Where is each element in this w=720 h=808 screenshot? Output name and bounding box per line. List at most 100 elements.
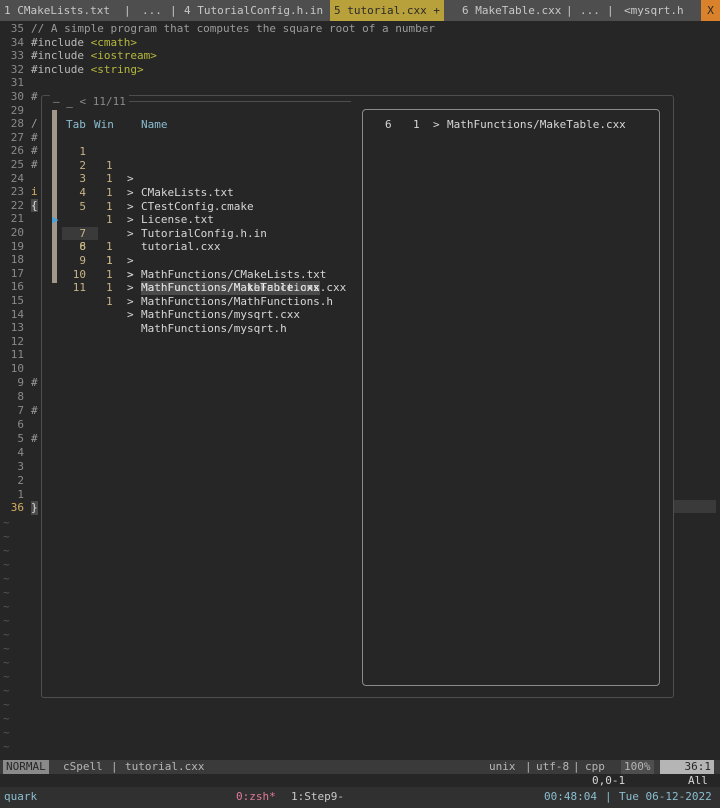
code-line: #include <cmath>: [31, 35, 137, 49]
line-number: 19: [10, 239, 24, 253]
buffer-row-selected[interactable]: ▶ 6 1 > MathFunctions/MakeTable.cxx: [52, 200, 358, 295]
line-number: 30: [10, 90, 24, 103]
line-number: 26: [10, 144, 24, 158]
tmux-window[interactable]: 1:Step9-: [291, 790, 344, 804]
tab-overflow-right[interactable]: ...: [576, 0, 604, 21]
spell-indicator: cSpell: [63, 760, 103, 773]
line-number: 14: [10, 307, 24, 321]
empty-line-marker: ~: [3, 572, 10, 585]
code-line: #: [31, 90, 38, 103]
code-line: }: [31, 501, 38, 515]
popup-counter: < 11/11: [79, 95, 126, 108]
tab-separator: |: [566, 4, 573, 17]
tab-tutorial-cxx[interactable]: 5 tutorial.cxx +: [330, 0, 444, 21]
code-line: // A simple program that computes the sq…: [31, 22, 435, 35]
empty-line-marker: ~: [3, 656, 10, 669]
empty-line-marker: ~: [3, 628, 10, 641]
line-number: 3: [17, 460, 24, 473]
code-line: #include <string>: [31, 62, 144, 76]
line-number: 15: [10, 294, 24, 307]
line-number: 16: [10, 280, 24, 294]
line-number: 9: [17, 376, 24, 389]
ruler: 0,0-1: [592, 774, 626, 787]
preview-pane: 6 1 > MathFunctions/MakeTable.cxx: [362, 109, 660, 686]
code-line: #: [31, 158, 38, 171]
fileformat: unix: [489, 760, 516, 773]
tmux-statusbar: quark 0:zsh* 1:Step9- 00:48:04 | Tue 06-…: [0, 787, 720, 808]
line-number: 5: [17, 432, 24, 445]
tab-separator: |: [607, 4, 614, 17]
row-tab-number: 11: [72, 281, 86, 295]
code-line: /: [31, 117, 38, 131]
preview-tab-number: 6: [385, 118, 392, 131]
buffer-list-popup[interactable]: – _ < 11/11 Tab Win Name 1 1 > CMakeList…: [41, 95, 674, 698]
line-number: 31: [10, 76, 24, 90]
line-number: 33: [10, 49, 24, 63]
empty-line-marker: ~: [3, 698, 10, 711]
row-filename: MathFunctions/mysqrt.h: [141, 321, 287, 335]
empty-line-marker: ~: [3, 670, 10, 683]
empty-line-marker: ~: [3, 740, 10, 753]
preview-filename: MathFunctions/MakeTable.cxx: [447, 118, 626, 131]
column-header-tab: Tab: [66, 118, 86, 131]
line-number: 32: [10, 62, 24, 76]
separator: |: [605, 790, 612, 803]
tab-separator: |: [124, 4, 131, 17]
empty-line-marker: ~: [3, 586, 10, 599]
tab-maketable[interactable]: 6 MakeTable.cxx: [458, 0, 565, 21]
line-number: 4: [17, 446, 24, 459]
tmux-window-active[interactable]: 0:zsh*: [236, 790, 276, 804]
empty-line-marker: ~: [3, 516, 10, 529]
code-line: #: [31, 432, 38, 445]
empty-line-marker: ~: [3, 712, 10, 725]
tab-cmakelists[interactable]: 1 CMakeLists.txt: [0, 0, 114, 21]
line-number: 27: [10, 130, 24, 144]
column-header-win: Win: [94, 118, 114, 131]
close-tab-button[interactable]: X: [701, 0, 720, 21]
statusline-filename: tutorial.cxx: [125, 760, 205, 773]
percent-indicator: 100%: [621, 760, 654, 774]
code-line: #: [31, 144, 38, 158]
filetype: cpp: [585, 760, 605, 773]
line-number: 8: [17, 390, 24, 403]
code-line: #include <iostream>: [31, 49, 157, 63]
column-header-name: Name: [141, 118, 168, 131]
empty-line-marker: ~: [3, 544, 10, 557]
empty-line-marker: ~: [3, 558, 10, 571]
tab-tutorialconfig[interactable]: 4 TutorialConfig.h.in: [180, 0, 327, 21]
line-number: 35: [10, 22, 24, 35]
line-number: 18: [10, 253, 24, 267]
line-number: 1: [17, 488, 24, 501]
line-number: 25: [10, 158, 24, 171]
empty-line-marker: ~: [3, 600, 10, 613]
code-line: {: [31, 198, 38, 213]
play-arrow-icon: ▶: [52, 213, 59, 227]
mode-indicator: NORMAL: [3, 760, 49, 774]
row-win-number: 1: [106, 294, 113, 308]
tab-mysqrt-h[interactable]: <mysqrt.h: [620, 0, 688, 21]
popup-title: – _ < 11/11: [50, 95, 129, 109]
popup-gutter: [52, 110, 57, 283]
tab-separator: |: [170, 4, 177, 17]
line-number: 10: [10, 362, 24, 375]
preview-win-number: 1: [413, 118, 420, 131]
code-line: i: [31, 185, 38, 199]
code-line: #: [31, 376, 38, 389]
separator: |: [111, 760, 118, 773]
current-line-number: 36: [10, 501, 24, 514]
line-number: 13: [10, 321, 24, 335]
code-line: #: [31, 130, 38, 144]
tab-overflow-left[interactable]: ...: [138, 0, 166, 21]
line-number: 22: [10, 198, 24, 212]
tmux-date: Tue 06-12-2022: [619, 790, 712, 803]
tmux-session: quark: [4, 790, 38, 803]
code-line: #: [31, 404, 38, 417]
empty-line-marker: ~: [3, 726, 10, 739]
scroll-indicator: All: [688, 774, 708, 787]
buffer-row[interactable]: 11 1 > MathFunctions/mysqrt.h: [62, 268, 358, 350]
line-number: 6: [17, 418, 24, 431]
line-number: 12: [10, 334, 24, 348]
cursor-position: 36:1: [660, 760, 714, 774]
line-number: 2: [17, 474, 24, 487]
line-number: 11: [10, 348, 24, 362]
